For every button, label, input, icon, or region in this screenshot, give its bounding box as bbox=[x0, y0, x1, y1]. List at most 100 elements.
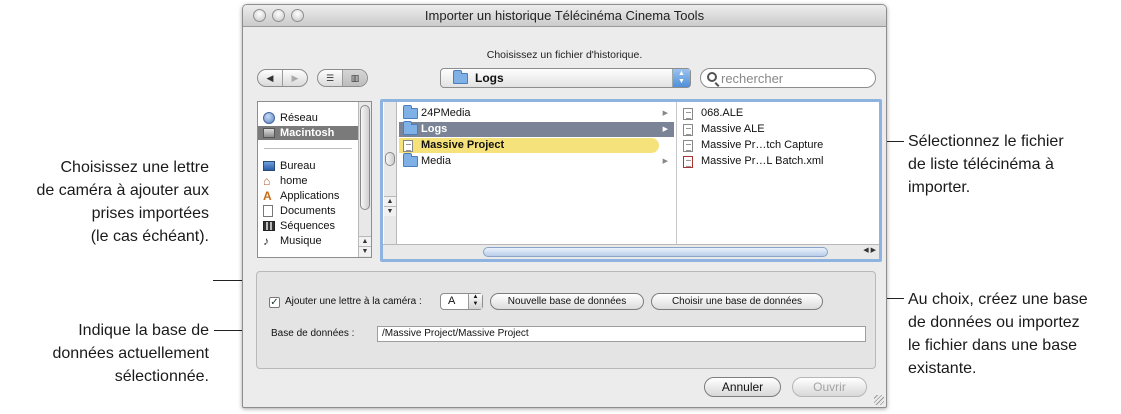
sidebar-item-documents[interactable]: Documents bbox=[258, 204, 358, 218]
popup-arrows-icon: ▲ ▼ bbox=[468, 294, 482, 309]
callout-line: sélectionnée. bbox=[114, 368, 209, 385]
callout-line: (le cas échéant). bbox=[90, 228, 209, 245]
sidebar-item-label: Musique bbox=[280, 235, 322, 247]
sidebar-item-macintosh[interactable]: Macintosh bbox=[258, 126, 358, 140]
window-title: Importer un historique Télécinéma Cinema… bbox=[424, 8, 705, 23]
item-name: 24PMedia bbox=[421, 107, 471, 119]
item-name: 068.ALE bbox=[701, 107, 744, 119]
list-item[interactable]: 24PMedia ▶ bbox=[399, 105, 674, 121]
home-icon: ⌂ bbox=[263, 174, 271, 188]
movies-icon bbox=[263, 221, 275, 231]
location-label: Logs bbox=[475, 71, 504, 85]
callout-line: Au choix, créez une base bbox=[908, 291, 1088, 308]
database-icon bbox=[403, 140, 413, 152]
item-name: Massive Project bbox=[421, 139, 505, 151]
camera-letter-value: A bbox=[448, 295, 456, 307]
forward-icon: ▶ bbox=[291, 72, 299, 83]
sidebar-item-sequences[interactable]: Séquences bbox=[258, 219, 358, 233]
callout-line: de liste télécinéma à bbox=[908, 156, 1054, 173]
folder-icon bbox=[403, 121, 418, 135]
music-icon: ♪ bbox=[263, 234, 269, 248]
camera-letter-popup[interactable]: A ▲ ▼ bbox=[440, 293, 483, 310]
disclosure-arrow-icon: ▶ bbox=[662, 158, 668, 165]
callout-line: existante. bbox=[908, 360, 977, 377]
hard-drive-icon bbox=[263, 128, 275, 138]
list-view-icon: ☰ bbox=[325, 72, 335, 83]
browser-horizontal-scrollbar[interactable]: ◀ ▶ bbox=[383, 244, 879, 259]
document-icon bbox=[683, 108, 693, 120]
sidebar-item-label: Macintosh bbox=[280, 127, 335, 139]
search-icon bbox=[707, 72, 717, 82]
list-item[interactable]: Media ▶ bbox=[399, 153, 674, 169]
disclosure-arrow-icon: ▶ bbox=[662, 126, 668, 133]
column-divider[interactable] bbox=[676, 102, 677, 244]
callout-camera-letter: Choisissez une lettre de caméra à ajoute… bbox=[36, 156, 209, 248]
sidebar-item-applications[interactable]: A Applications bbox=[258, 189, 358, 203]
globe-icon bbox=[263, 112, 275, 124]
column-0-scroll-thumb[interactable] bbox=[385, 152, 395, 166]
browser-column-0: ▲ ▼ bbox=[383, 102, 399, 244]
list-view-button[interactable]: ☰ bbox=[318, 70, 342, 86]
sidebar-item-label: home bbox=[280, 175, 308, 187]
sidebar-item-label: Bureau bbox=[280, 160, 316, 172]
back-button[interactable]: ◀ bbox=[258, 70, 282, 86]
scroll-left-right-icon[interactable]: ◀ ▶ bbox=[863, 246, 876, 254]
scroll-up-icon[interactable]: ▲ bbox=[384, 196, 396, 206]
scroll-up-icon[interactable]: ▲ bbox=[359, 236, 371, 246]
list-item[interactable]: Massive Pr…tch Capture bbox=[679, 138, 875, 153]
column-view-button[interactable]: ▥ bbox=[342, 70, 367, 86]
sidebar-item-bureau[interactable]: Bureau bbox=[258, 159, 358, 173]
callout-line: importer. bbox=[908, 179, 971, 196]
sidebar-item-label: Applications bbox=[280, 190, 340, 202]
document-icon bbox=[683, 124, 693, 136]
resize-grip-icon[interactable] bbox=[874, 395, 884, 405]
open-button[interactable]: Ouvrir bbox=[792, 377, 867, 397]
sidebar-scroll-thumb[interactable] bbox=[360, 105, 370, 210]
database-label: Base de données : bbox=[271, 328, 355, 339]
item-name: Media bbox=[421, 155, 451, 167]
callout-line: données actuellement bbox=[52, 345, 209, 362]
xml-file-icon bbox=[683, 156, 693, 168]
list-item[interactable]: Logs ▶ bbox=[399, 121, 674, 137]
column-browser: ▲ ▼ 24PMedia ▶ Logs ▶ Massive Project Me… bbox=[380, 99, 882, 262]
documents-icon bbox=[263, 205, 273, 217]
item-name: Massive Pr…tch Capture bbox=[701, 139, 824, 151]
import-dialog: Importer un historique Télécinéma Cinema… bbox=[242, 4, 887, 408]
search-field[interactable]: rechercher bbox=[700, 68, 876, 88]
back-icon: ◀ bbox=[266, 72, 274, 83]
forward-button[interactable]: ▶ bbox=[282, 70, 307, 86]
folder-icon bbox=[403, 105, 418, 119]
column-0-scrollbar[interactable]: ▲ ▼ bbox=[384, 102, 397, 244]
callout-line: Indique la base de bbox=[78, 322, 209, 339]
sidebar-item-musique[interactable]: ♪ Musique bbox=[258, 234, 358, 248]
sidebar-item-reseau[interactable]: Réseau bbox=[258, 111, 358, 125]
scroll-down-icon[interactable]: ▼ bbox=[384, 206, 396, 216]
camera-letter-checkbox[interactable]: ✓ bbox=[269, 297, 280, 308]
list-item[interactable]: Massive Pr…L Batch.xml bbox=[679, 154, 875, 169]
browser-column-1: 24PMedia ▶ Logs ▶ Massive Project Media … bbox=[399, 102, 674, 244]
list-item[interactable]: 068.ALE bbox=[679, 106, 875, 121]
horizontal-scroll-thumb[interactable] bbox=[483, 247, 828, 257]
sidebar-item-home[interactable]: ⌂ home bbox=[258, 174, 358, 188]
location-popup[interactable]: Logs ▲ ▼ bbox=[440, 68, 691, 88]
applications-icon: A bbox=[263, 189, 272, 203]
callout-line: prises importées bbox=[91, 205, 209, 222]
disclosure-arrow-icon: ▶ bbox=[662, 110, 668, 117]
cancel-button[interactable]: Annuler bbox=[704, 377, 781, 397]
item-name: Massive ALE bbox=[701, 123, 765, 135]
choose-database-button[interactable]: Choisir une base de données bbox=[651, 293, 823, 310]
new-database-button[interactable]: Nouvelle base de données bbox=[490, 293, 644, 310]
document-icon bbox=[683, 140, 693, 152]
popup-arrows-icon: ▲ ▼ bbox=[672, 69, 690, 87]
list-item[interactable]: Massive ALE bbox=[679, 122, 875, 137]
view-buttons: ☰ ▥ bbox=[317, 69, 368, 87]
item-name: Logs bbox=[421, 123, 448, 135]
folder-icon bbox=[453, 70, 468, 84]
sidebar-separator bbox=[264, 148, 352, 149]
list-item[interactable]: Massive Project bbox=[399, 138, 659, 153]
sidebar-scrollbar[interactable]: ▲ ▼ bbox=[358, 102, 371, 257]
search-placeholder: rechercher bbox=[721, 71, 784, 86]
callout-line: de données ou importez bbox=[908, 314, 1080, 331]
options-group: ✓ Ajouter une lettre à la caméra : A ▲ ▼ … bbox=[256, 271, 876, 369]
scroll-down-icon[interactable]: ▼ bbox=[359, 246, 371, 256]
